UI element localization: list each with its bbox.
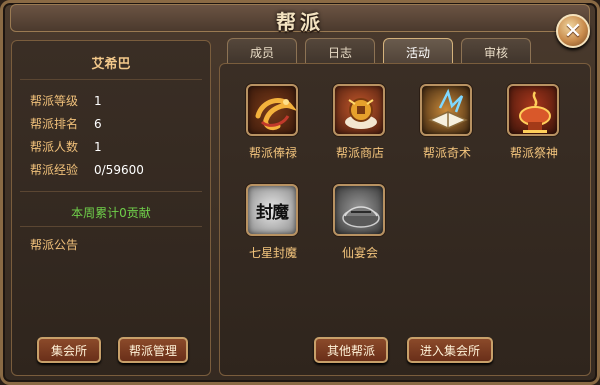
guild-notice-label: 帮派公告 xyxy=(30,238,79,252)
altar-icon xyxy=(507,84,559,136)
guild-stats: 帮派等级 1 帮派排名 6 帮派人数 1 帮派经验 0/59600 xyxy=(30,89,144,181)
guild-management-button[interactable]: 帮派管理 xyxy=(118,337,188,363)
shop-icon xyxy=(333,84,385,136)
tab-log[interactable]: 日志 xyxy=(305,38,375,65)
activity-guild-salary[interactable]: 帮派俸禄 xyxy=(238,84,308,174)
stat-value: 0/59600 xyxy=(94,162,144,177)
stat-label: 帮派人数 xyxy=(30,140,79,154)
tab-review[interactable]: 审核 xyxy=(461,38,531,65)
divider xyxy=(20,191,202,192)
salary-icon xyxy=(246,84,298,136)
banquet-icon xyxy=(333,184,385,236)
activity-guild-shop[interactable]: 帮派商店 xyxy=(325,84,395,174)
stat-label: 帮派排名 xyxy=(30,117,79,131)
seal-demon-icon: 封魔 xyxy=(246,184,298,236)
stat-value: 1 xyxy=(94,139,102,154)
tab-activities[interactable]: 活动 xyxy=(383,38,453,65)
window-title: 帮派 xyxy=(276,10,324,34)
guild-name: 艾希巴 xyxy=(91,57,131,72)
weekly-contribution: 本周累计0贡献 xyxy=(71,206,151,220)
activity-seven-star-seal[interactable]: 封魔 七星封魔 xyxy=(238,184,308,274)
divider xyxy=(20,79,202,80)
divider xyxy=(20,226,202,227)
activity-label: 帮派祭神 xyxy=(509,146,558,160)
seal-demon-text: 封魔 xyxy=(256,202,289,223)
title-bar: 帮派 xyxy=(10,4,590,34)
activity-fairy-banquet[interactable]: 仙宴会 xyxy=(325,184,395,274)
guild-info-panel: 艾希巴 帮派等级 1 帮派排名 6 帮派人数 1 帮派经验 0/59600 本周… xyxy=(11,40,211,376)
stat-level: 帮派等级 1 xyxy=(30,89,144,112)
stat-label: 帮派经验 xyxy=(30,163,79,177)
activity-guild-worship[interactable]: 帮派祭神 xyxy=(499,84,569,174)
tab-members[interactable]: 成员 xyxy=(227,38,297,65)
close-icon: ✕ xyxy=(563,18,583,44)
close-button[interactable]: ✕ xyxy=(556,14,590,48)
enter-assembly-hall-button[interactable]: 进入集会所 xyxy=(407,337,493,363)
activity-label: 帮派商店 xyxy=(335,146,384,160)
magic-book-icon xyxy=(420,84,472,136)
stat-experience: 帮派经验 0/59600 xyxy=(30,158,144,181)
stat-value: 6 xyxy=(94,116,102,131)
assembly-hall-button[interactable]: 集会所 xyxy=(37,337,101,363)
stat-label: 帮派等级 xyxy=(30,94,79,108)
activity-label: 仙宴会 xyxy=(341,246,378,260)
other-guilds-button[interactable]: 其他帮派 xyxy=(314,337,388,363)
activity-label: 帮派俸禄 xyxy=(248,146,297,160)
stat-value: 1 xyxy=(94,93,102,108)
activity-label: 帮派奇术 xyxy=(422,146,471,160)
stat-members: 帮派人数 1 xyxy=(30,135,144,158)
stat-rank: 帮派排名 6 xyxy=(30,112,144,135)
activity-guild-magic[interactable]: 帮派奇术 xyxy=(412,84,482,174)
activity-label: 七星封魔 xyxy=(248,246,297,260)
